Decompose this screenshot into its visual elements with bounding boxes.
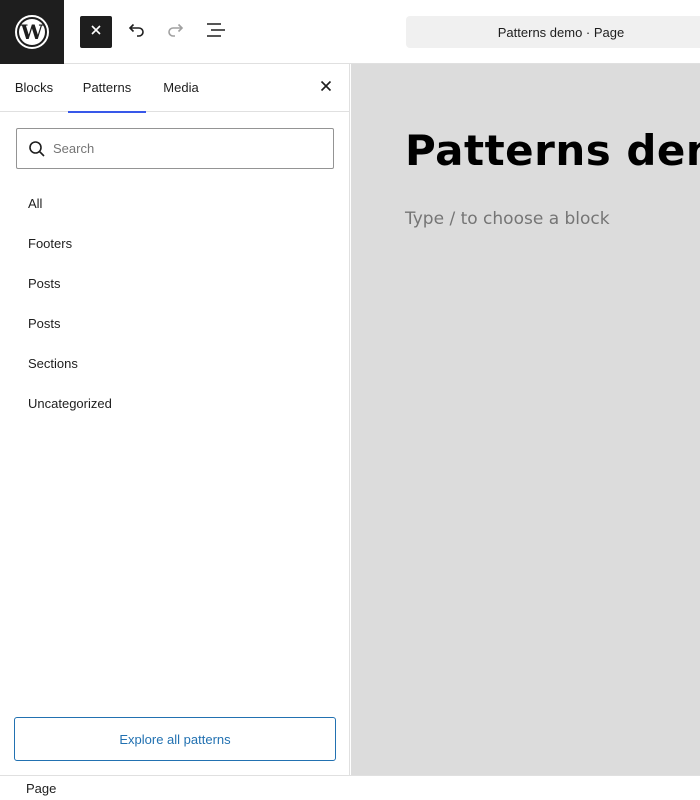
editor-canvas[interactable]: Patterns demo Type / to choose a block [351, 64, 700, 775]
breadcrumb[interactable]: Page [26, 781, 56, 796]
list-view-icon [205, 21, 227, 44]
wordpress-logo-icon[interactable]: W [0, 0, 64, 64]
close-icon [90, 23, 102, 41]
tab-patterns[interactable]: Patterns [68, 64, 146, 113]
tab-media[interactable]: Media [146, 64, 216, 112]
redo-icon [166, 20, 186, 45]
pattern-category-list: All Footers Posts Posts Sections Uncateg… [16, 184, 334, 424]
tab-blocks[interactable]: Blocks [0, 64, 68, 112]
block-appender-placeholder[interactable]: Type / to choose a block [405, 209, 610, 229]
search-icon [27, 139, 47, 159]
explore-all-patterns-button[interactable]: Explore all patterns [14, 717, 336, 761]
pattern-search [16, 128, 334, 169]
undo-icon [126, 20, 146, 45]
editor-footer: Page [0, 775, 700, 800]
close-inserter-button[interactable] [80, 16, 112, 48]
editor-app: W Patterns demo · Page Blocks Patterns M… [0, 0, 700, 800]
inserter-tabs: Blocks Patterns Media [0, 64, 349, 113]
category-item-posts-2[interactable]: Posts [16, 304, 334, 344]
category-item-all[interactable]: All [16, 184, 334, 224]
category-item-uncategorized[interactable]: Uncategorized [16, 384, 334, 424]
category-item-posts[interactable]: Posts [16, 264, 334, 304]
post-title[interactable]: Patterns demo [405, 126, 700, 175]
close-icon [320, 79, 332, 97]
close-panel-button[interactable] [314, 76, 338, 100]
category-item-sections[interactable]: Sections [16, 344, 334, 384]
search-input[interactable] [53, 141, 323, 156]
undo-button[interactable] [120, 16, 152, 48]
document-overview-button[interactable] [200, 16, 232, 48]
category-item-footers[interactable]: Footers [16, 224, 334, 264]
inserter-panel: Blocks Patterns Media All [0, 64, 350, 775]
redo-button[interactable] [160, 16, 192, 48]
svg-text:W: W [20, 20, 44, 44]
document-title[interactable]: Patterns demo · Page [406, 16, 700, 48]
editor-toolbar: W Patterns demo · Page [0, 0, 700, 64]
